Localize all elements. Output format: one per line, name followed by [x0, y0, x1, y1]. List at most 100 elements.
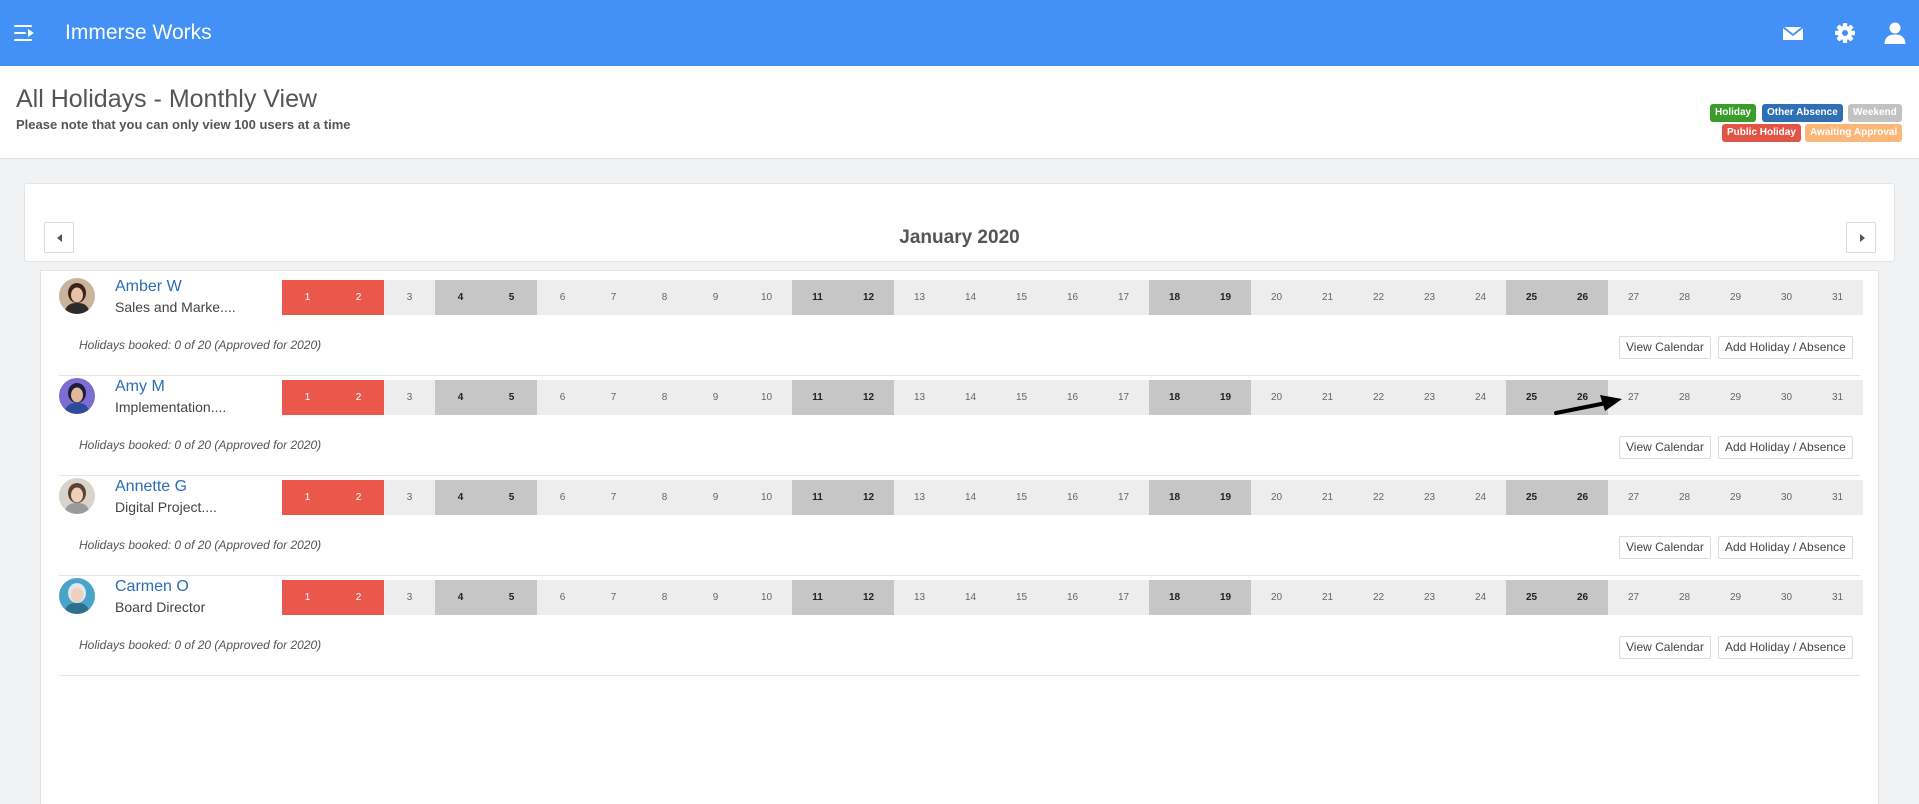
add-holiday-absence-button[interactable]: Add Holiday / Absence	[1718, 636, 1853, 659]
day-cell[interactable]: 27	[1608, 580, 1659, 615]
day-cell[interactable]: 14	[945, 380, 996, 415]
day-cell[interactable]: 20	[1251, 580, 1302, 615]
day-cell[interactable]: 30	[1761, 580, 1812, 615]
day-cell[interactable]: 3	[384, 480, 435, 515]
day-cell[interactable]: 8	[639, 380, 690, 415]
day-cell[interactable]: 29	[1710, 280, 1761, 315]
day-cell[interactable]: 28	[1659, 580, 1710, 615]
day-cell-public-holiday[interactable]: 2	[333, 480, 384, 515]
day-cell[interactable]: 28	[1659, 480, 1710, 515]
day-cell[interactable]: 7	[588, 580, 639, 615]
day-cell[interactable]: 28	[1659, 380, 1710, 415]
day-cell-weekend[interactable]: 4	[435, 380, 486, 415]
day-cell[interactable]: 23	[1404, 380, 1455, 415]
view-calendar-button[interactable]: View Calendar	[1619, 336, 1711, 359]
view-calendar-button[interactable]: View Calendar	[1619, 636, 1711, 659]
view-calendar-button[interactable]: View Calendar	[1619, 436, 1711, 459]
day-cell[interactable]: 20	[1251, 380, 1302, 415]
day-cell[interactable]: 16	[1047, 280, 1098, 315]
day-cell[interactable]: 22	[1353, 280, 1404, 315]
day-cell[interactable]: 7	[588, 380, 639, 415]
day-cell-weekend[interactable]: 25	[1506, 580, 1557, 615]
day-cell[interactable]: 31	[1812, 480, 1863, 515]
user-name-link[interactable]: Amy M	[115, 378, 165, 396]
add-holiday-absence-button[interactable]: Add Holiday / Absence	[1718, 536, 1853, 559]
day-cell[interactable]: 31	[1812, 580, 1863, 615]
day-cell[interactable]: 16	[1047, 580, 1098, 615]
day-cell[interactable]: 28	[1659, 280, 1710, 315]
day-cell-weekend[interactable]: 5	[486, 480, 537, 515]
day-cell-weekend[interactable]: 26	[1557, 280, 1608, 315]
day-cell[interactable]: 3	[384, 380, 435, 415]
day-cell[interactable]: 8	[639, 280, 690, 315]
day-cell[interactable]: 14	[945, 580, 996, 615]
day-cell[interactable]: 20	[1251, 480, 1302, 515]
day-cell-weekend[interactable]: 11	[792, 480, 843, 515]
day-cell[interactable]: 27	[1608, 280, 1659, 315]
day-cell[interactable]: 7	[588, 280, 639, 315]
day-cell[interactable]: 29	[1710, 480, 1761, 515]
day-cell-weekend[interactable]: 5	[486, 380, 537, 415]
day-cell[interactable]: 9	[690, 480, 741, 515]
day-cell-weekend[interactable]: 26	[1557, 480, 1608, 515]
day-cell[interactable]: 24	[1455, 380, 1506, 415]
day-cell[interactable]: 15	[996, 480, 1047, 515]
day-cell[interactable]: 9	[690, 380, 741, 415]
day-cell[interactable]: 15	[996, 380, 1047, 415]
day-cell[interactable]: 17	[1098, 480, 1149, 515]
day-cell[interactable]: 17	[1098, 580, 1149, 615]
day-cell-weekend[interactable]: 18	[1149, 280, 1200, 315]
day-cell-weekend[interactable]: 12	[843, 380, 894, 415]
day-cell-public-holiday[interactable]: 1	[282, 480, 333, 515]
day-cell-weekend[interactable]: 19	[1200, 580, 1251, 615]
day-cell[interactable]: 6	[537, 380, 588, 415]
day-cell-weekend[interactable]: 25	[1506, 380, 1557, 415]
day-cell[interactable]: 21	[1302, 480, 1353, 515]
day-cell-weekend[interactable]: 4	[435, 280, 486, 315]
day-cell[interactable]: 10	[741, 580, 792, 615]
day-cell[interactable]: 17	[1098, 280, 1149, 315]
day-cell-public-holiday[interactable]: 1	[282, 580, 333, 615]
day-cell[interactable]: 10	[741, 480, 792, 515]
day-cell-weekend[interactable]: 5	[486, 280, 537, 315]
day-cell-public-holiday[interactable]: 2	[333, 380, 384, 415]
day-cell-weekend[interactable]: 4	[435, 580, 486, 615]
add-holiday-absence-button[interactable]: Add Holiday / Absence	[1718, 336, 1853, 359]
day-cell[interactable]: 15	[996, 280, 1047, 315]
day-cell[interactable]: 13	[894, 280, 945, 315]
day-cell-public-holiday[interactable]: 1	[282, 280, 333, 315]
day-cell[interactable]: 14	[945, 280, 996, 315]
day-cell[interactable]: 30	[1761, 380, 1812, 415]
day-cell[interactable]: 29	[1710, 580, 1761, 615]
day-cell[interactable]: 31	[1812, 380, 1863, 415]
user-icon[interactable]	[1882, 20, 1908, 46]
day-cell[interactable]: 23	[1404, 480, 1455, 515]
day-cell[interactable]: 13	[894, 480, 945, 515]
day-cell-weekend[interactable]: 18	[1149, 480, 1200, 515]
day-cell[interactable]: 16	[1047, 480, 1098, 515]
day-cell-weekend[interactable]: 11	[792, 280, 843, 315]
user-name-link[interactable]: Annette G	[115, 478, 187, 496]
day-cell[interactable]: 23	[1404, 280, 1455, 315]
day-cell[interactable]: 24	[1455, 280, 1506, 315]
day-cell-public-holiday[interactable]: 2	[333, 280, 384, 315]
day-cell[interactable]: 3	[384, 280, 435, 315]
day-cell[interactable]: 6	[537, 280, 588, 315]
day-cell[interactable]: 24	[1455, 480, 1506, 515]
day-cell[interactable]: 14	[945, 480, 996, 515]
day-cell[interactable]: 20	[1251, 280, 1302, 315]
day-cell[interactable]: 15	[996, 580, 1047, 615]
day-cell[interactable]: 21	[1302, 580, 1353, 615]
day-cell-weekend[interactable]: 12	[843, 580, 894, 615]
next-month-button[interactable]	[1846, 222, 1876, 253]
day-cell-weekend[interactable]: 4	[435, 480, 486, 515]
day-cell[interactable]: 16	[1047, 380, 1098, 415]
day-cell[interactable]: 10	[741, 280, 792, 315]
day-cell-weekend[interactable]: 19	[1200, 280, 1251, 315]
day-cell-weekend[interactable]: 5	[486, 580, 537, 615]
day-cell[interactable]: 9	[690, 280, 741, 315]
day-cell[interactable]: 30	[1761, 280, 1812, 315]
menu-icon[interactable]	[14, 24, 36, 42]
add-holiday-absence-button[interactable]: Add Holiday / Absence	[1718, 436, 1853, 459]
day-cell[interactable]: 21	[1302, 280, 1353, 315]
